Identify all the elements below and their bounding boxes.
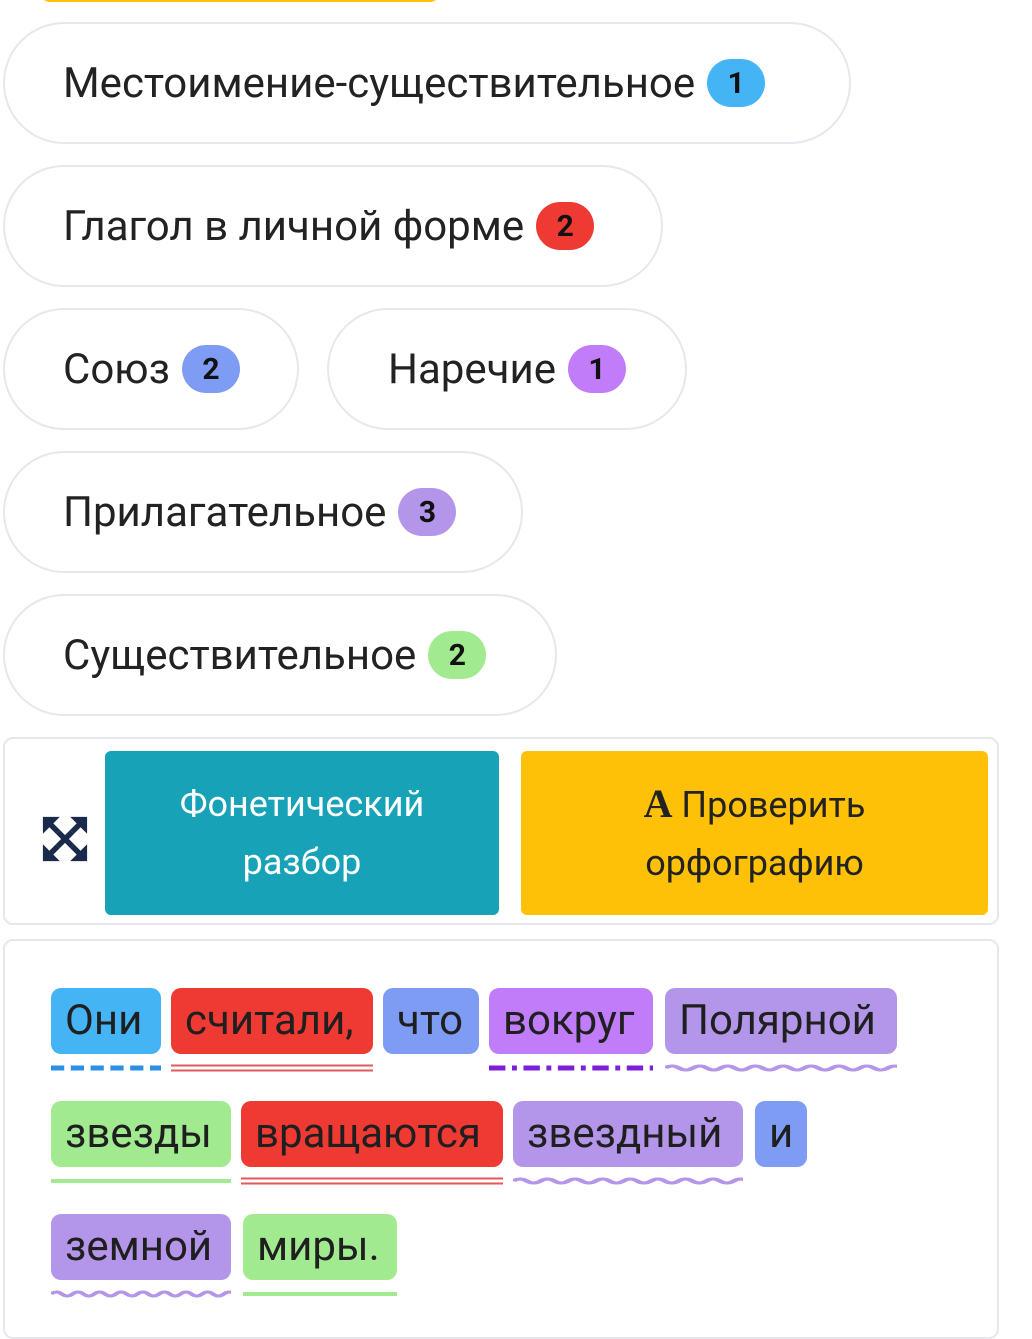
word-polyarnoy[interactable]: Полярной (665, 988, 897, 1072)
underline-dashed (51, 1064, 161, 1072)
phonetic-analysis-button[interactable]: Фонетический разбор (105, 751, 499, 915)
word-miry[interactable]: миры. (243, 1214, 397, 1296)
underline-dash-dot (489, 1064, 653, 1072)
legend-noun[interactable]: Существительное 2 (3, 594, 557, 716)
legend-adverb-count: 1 (568, 345, 627, 393)
underline-wavy (51, 1290, 231, 1298)
legend-conjunction-label: Союз (63, 344, 170, 394)
word-i[interactable]: и (755, 1101, 807, 1167)
legend-adverb[interactable]: Наречие 1 (327, 308, 687, 430)
word-zemnoy[interactable]: земной (51, 1214, 231, 1298)
sentence-panel: Они считали, что вокруг Полярной звезды … (3, 939, 999, 1339)
legend-pronoun[interactable]: Местоимение-существительное 1 (3, 22, 851, 144)
underline-wavy (665, 1064, 897, 1072)
legend-adjective-label: Прилагательное (63, 487, 387, 537)
legend-pronoun-label: Местоимение-существительное (63, 58, 696, 108)
word-text: считали, (185, 996, 354, 1045)
word-text: вращаются (255, 1109, 481, 1158)
word-text: что (397, 996, 464, 1045)
legend-verb-label: Глагол в личной форме (63, 201, 525, 251)
legend-noun-label: Существительное (63, 630, 417, 680)
legend-adverb-label: Наречие (387, 344, 557, 394)
word-text: и (769, 1109, 794, 1158)
word-chto[interactable]: что (383, 988, 479, 1054)
legend-adjective[interactable]: Прилагательное 3 (3, 451, 523, 573)
legend-conjunction-count: 2 (181, 345, 240, 393)
word-zvezdnyy[interactable]: звездный (513, 1101, 743, 1185)
word-text: Они (65, 996, 143, 1045)
word-vokrug[interactable]: вокруг (489, 988, 653, 1071)
arrows-expand-icon[interactable] (39, 813, 91, 865)
word-text: миры. (257, 1222, 380, 1271)
legend-verb[interactable]: Глагол в личной форме 2 (3, 165, 663, 287)
word-zvezdy[interactable]: звезды (51, 1101, 231, 1183)
word-text: звездный (527, 1109, 723, 1158)
legend-verb-count: 2 (536, 202, 595, 250)
underline-solid (243, 1290, 397, 1298)
legend-adjective-count: 3 (398, 488, 457, 536)
spellcheck-icon: A (643, 780, 673, 826)
word-text: звезды (65, 1109, 212, 1158)
word-schitali[interactable]: считали, (171, 988, 373, 1072)
word-text: земной (65, 1222, 213, 1271)
word-vrashchayutsya[interactable]: вращаются (241, 1101, 503, 1185)
underline-wavy (513, 1177, 743, 1185)
spell-button-line2: орфографию (645, 841, 864, 884)
legend-noun-count: 2 (428, 631, 487, 679)
legend-pronoun-count: 1 (707, 59, 766, 107)
phonetic-button-line2: разбор (242, 841, 362, 883)
underline-solid (51, 1177, 231, 1185)
underline-double (171, 1064, 373, 1072)
word-text: вокруг (503, 996, 635, 1045)
underline-double (241, 1177, 503, 1185)
toolbar: Фонетический разбор A Проверить орфограф… (3, 737, 999, 925)
legend-conjunction[interactable]: Союз 2 (3, 308, 299, 430)
phonetic-button-line1: Фонетический (179, 783, 425, 825)
check-spelling-button[interactable]: A Проверить орфографию (521, 751, 988, 915)
word-oni[interactable]: Они (51, 988, 161, 1071)
spell-button-line1: Проверить (681, 783, 866, 826)
word-text: Полярной (679, 996, 876, 1045)
top-button-edge (40, 0, 440, 2)
